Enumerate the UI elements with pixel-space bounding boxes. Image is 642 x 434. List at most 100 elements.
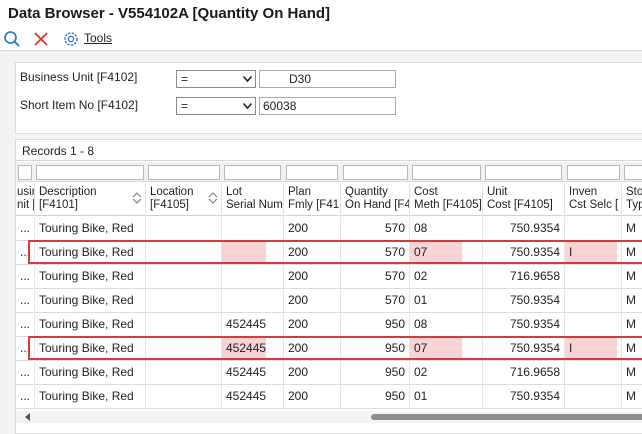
cell-lot-serial[interactable]: 452445 <box>222 313 284 336</box>
cell-business-unit[interactable]: ... <box>16 241 35 264</box>
close-icon[interactable] <box>32 30 50 48</box>
cell-cost-method[interactable]: 02 <box>410 265 483 288</box>
cell-lot-serial[interactable]: 452445 <box>222 361 284 384</box>
cell-stocking-type[interactable]: M <box>622 361 642 384</box>
cell-description[interactable]: Touring Bike, Red <box>35 313 146 336</box>
cell-unit-cost[interactable]: 750.9354 <box>483 313 565 336</box>
table-row[interactable]: ... Touring Bike, Red 200 570 08 750.9354 M <box>16 217 642 241</box>
cell-cost-method[interactable]: 07 <box>410 241 483 264</box>
cell-quantity[interactable]: 950 <box>341 313 410 336</box>
cell-inventory-cost[interactable] <box>565 265 622 288</box>
scroll-left-icon[interactable] <box>24 413 32 421</box>
cell-location[interactable] <box>146 361 222 384</box>
cell-lot-serial[interactable] <box>222 241 284 264</box>
cell-business-unit[interactable]: ... <box>16 361 35 384</box>
cell-description[interactable]: Touring Bike, Red <box>35 289 146 312</box>
qbe-quantity[interactable] <box>343 165 408 180</box>
column-header-stocking-type[interactable]: Sto Typ <box>622 183 642 216</box>
column-header-business-unit[interactable]: usin nit [ <box>16 183 35 216</box>
qbe-description[interactable] <box>36 165 144 180</box>
column-header-description[interactable]: Description [F4101] <box>35 183 146 216</box>
cell-location[interactable] <box>146 385 222 408</box>
cell-location[interactable] <box>146 337 222 360</box>
column-header-lot-serial[interactable]: Lot Serial Num <box>222 183 284 216</box>
cell-business-unit[interactable]: ... <box>16 217 35 240</box>
cell-stocking-type[interactable]: M <box>622 385 642 408</box>
cell-stocking-type[interactable]: M <box>622 241 642 264</box>
gear-icon[interactable] <box>62 30 80 48</box>
cell-stocking-type[interactable]: M <box>622 265 642 288</box>
qbe-stocking-type[interactable] <box>624 165 642 180</box>
qbe-plan-family[interactable] <box>286 165 338 180</box>
column-header-plan-family[interactable]: Plan Fmly [F41 <box>284 183 341 216</box>
cell-lot-serial[interactable]: 452445 <box>222 337 284 360</box>
table-row[interactable]: ... Touring Bike, Red 200 570 02 716.9658 M <box>16 265 642 289</box>
cell-plan-family[interactable]: 200 <box>284 217 341 240</box>
cell-quantity[interactable]: 950 <box>341 337 410 360</box>
cell-inventory-cost[interactable]: I <box>565 337 622 360</box>
table-row[interactable]: ... Touring Bike, Red 452445 200 950 02 716.96… <box>16 361 642 385</box>
cell-inventory-cost[interactable] <box>565 289 622 312</box>
cell-unit-cost[interactable]: 716.9658 <box>483 265 565 288</box>
cell-inventory-cost[interactable] <box>565 217 622 240</box>
cell-lot-serial[interactable] <box>222 265 284 288</box>
cell-plan-family[interactable]: 200 <box>284 337 341 360</box>
cell-location[interactable] <box>146 217 222 240</box>
cell-description[interactable]: Touring Bike, Red <box>35 217 146 240</box>
table-row[interactable]: ... Touring Bike, Red 452445 200 950 08 750.93… <box>16 313 642 337</box>
cell-quantity[interactable]: 570 <box>341 217 410 240</box>
cell-location[interactable] <box>146 265 222 288</box>
cell-quantity[interactable]: 570 <box>341 265 410 288</box>
cell-plan-family[interactable]: 200 <box>284 313 341 336</box>
cell-cost-method[interactable]: 01 <box>410 289 483 312</box>
cell-business-unit[interactable]: ... <box>16 289 35 312</box>
qbe-unit-cost[interactable] <box>485 165 562 180</box>
cell-unit-cost[interactable]: 750.9354 <box>483 241 565 264</box>
cell-lot-serial[interactable]: 452445 <box>222 385 284 408</box>
table-row[interactable]: ... Touring Bike, Red 200 570 01 750.9354 M <box>16 289 642 313</box>
table-row[interactable]: ... Touring Bike, Red 452445 200 950 01 750.93… <box>16 385 642 409</box>
cell-unit-cost[interactable]: 750.9354 <box>483 385 565 408</box>
table-row[interactable]: ... Touring Bike, Red 200 570 07 750.9354 I M <box>16 241 642 265</box>
cell-plan-family[interactable]: 200 <box>284 385 341 408</box>
cell-quantity[interactable]: 570 <box>341 289 410 312</box>
cell-plan-family[interactable]: 200 <box>284 265 341 288</box>
cell-location[interactable] <box>146 289 222 312</box>
cell-inventory-cost[interactable] <box>565 385 622 408</box>
column-header-unit-cost[interactable]: Unit Cost [F4105] <box>483 183 565 216</box>
cell-plan-family[interactable]: 200 <box>284 289 341 312</box>
tools-menu[interactable]: Tools <box>84 31 112 45</box>
cell-description[interactable]: Touring Bike, Red <box>35 265 146 288</box>
column-header-location[interactable]: Location [F4105] <box>146 183 222 216</box>
table-row[interactable]: ... Touring Bike, Red 452445 200 950 07 750.93… <box>16 337 642 361</box>
cell-business-unit[interactable]: ... <box>16 313 35 336</box>
cell-unit-cost[interactable]: 750.9354 <box>483 217 565 240</box>
qbe-business-unit[interactable] <box>18 165 32 180</box>
qbe-inventory-cost[interactable] <box>567 165 620 180</box>
scrollbar-thumb[interactable] <box>371 414 642 420</box>
short-item-input[interactable]: 60038 <box>259 97 396 115</box>
cell-cost-method[interactable]: 07 <box>410 337 483 360</box>
cell-stocking-type[interactable]: M <box>622 337 642 360</box>
short-item-operator-select[interactable]: = <box>176 97 256 115</box>
cell-inventory-cost[interactable] <box>565 313 622 336</box>
qbe-lot[interactable] <box>224 165 281 180</box>
cell-plan-family[interactable]: 200 <box>284 361 341 384</box>
cell-business-unit[interactable]: ... <box>16 385 35 408</box>
column-header-cost-method[interactable]: Cost Meth [F4105] <box>410 183 483 216</box>
business-unit-input[interactable]: D30 <box>259 70 396 88</box>
cell-quantity[interactable]: 950 <box>341 361 410 384</box>
cell-inventory-cost[interactable] <box>565 361 622 384</box>
cell-cost-method[interactable]: 02 <box>410 361 483 384</box>
cell-unit-cost[interactable]: 716.9658 <box>483 361 565 384</box>
cell-location[interactable] <box>146 241 222 264</box>
cell-unit-cost[interactable]: 750.9354 <box>483 337 565 360</box>
horizontal-scrollbar[interactable] <box>16 411 642 423</box>
cell-description[interactable]: Touring Bike, Red <box>35 385 146 408</box>
cell-description[interactable]: Touring Bike, Red <box>35 337 146 360</box>
cell-stocking-type[interactable]: M <box>622 313 642 336</box>
cell-location[interactable] <box>146 313 222 336</box>
cell-cost-method[interactable]: 08 <box>410 217 483 240</box>
cell-stocking-type[interactable]: M <box>622 289 642 312</box>
cell-cost-method[interactable]: 08 <box>410 313 483 336</box>
